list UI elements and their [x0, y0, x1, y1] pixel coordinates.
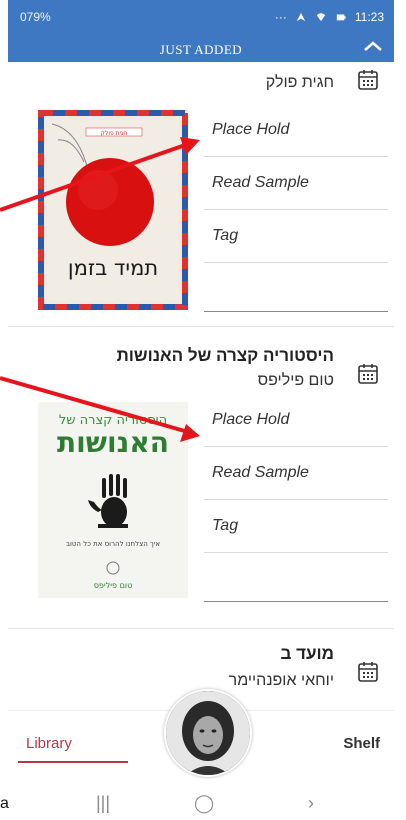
cover-subtitle: איך הצלחנו להרוס את כל הטוב: [66, 540, 160, 548]
status-time: 11:23: [354, 10, 384, 24]
place-hold-button[interactable]: Place Hold: [204, 104, 388, 157]
active-tab-indicator: [18, 761, 128, 763]
location-icon: [296, 12, 306, 22]
book-title[interactable]: מועד ב: [281, 644, 334, 664]
cover-author: חגית פולק: [101, 130, 128, 137]
cover-author: טום פיליפס: [94, 581, 133, 590]
status-icons: ··· 11:23: [275, 10, 384, 24]
actions-divider: [204, 553, 388, 602]
system-nav-bar: ||| ◯ ›: [8, 783, 394, 820]
tag-button[interactable]: Tag: [204, 500, 388, 553]
divider: [8, 628, 394, 629]
book-cover[interactable]: היסטוריה קצרה של האנושות איך הצלחנו להרו…: [38, 402, 188, 598]
book-author[interactable]: יוחאי אופנהיימר: [229, 672, 334, 690]
home-icon[interactable]: ◯: [194, 793, 214, 814]
book-title[interactable]: היסטוריה קצרה של האנושות: [117, 346, 334, 366]
chevron-up-icon[interactable]: [362, 38, 384, 54]
calendar-icon[interactable]: [356, 660, 380, 684]
page-title: JUST ADDED: [159, 42, 243, 57]
recent-apps-icon[interactable]: |||: [96, 793, 110, 814]
book-actions: Place Hold Read Sample Tag: [204, 394, 388, 602]
book-cover[interactable]: חגית פולק תמיד בזמן: [38, 110, 188, 310]
read-sample-button[interactable]: Read Sample: [204, 157, 388, 210]
wifi-icon: [316, 13, 326, 22]
tab-shelf[interactable]: Shelf: [343, 735, 380, 752]
bottom-nav: Library Shelf ||| ◯ ›: [8, 689, 394, 820]
place-hold-button[interactable]: Place Hold: [204, 394, 388, 447]
tag-button[interactable]: Tag: [204, 210, 388, 263]
divider: [8, 326, 394, 327]
phone-screen: 079% ··· 11:23 JUST ADDED חגית פולק חגית…: [8, 0, 394, 820]
book-author[interactable]: חגית פולק: [266, 74, 334, 92]
book-actions: Place Hold Read Sample Tag: [204, 104, 388, 312]
book-list[interactable]: חגית פולק חגית פולק תמיד בזמן Place Hold…: [8, 62, 394, 710]
back-icon[interactable]: ›: [308, 793, 314, 814]
status-bar: 079% ··· 11:23: [8, 0, 394, 30]
battery-icon: [336, 14, 346, 21]
tab-library[interactable]: Library: [26, 735, 72, 752]
calendar-icon[interactable]: [356, 362, 380, 386]
more-dots-icon: ···: [274, 10, 287, 24]
status-left-text: 079%: [20, 10, 51, 24]
read-sample-button[interactable]: Read Sample: [204, 447, 388, 500]
list-item: היסטוריה קצרה של האנושות טום פיליפס היסט…: [8, 334, 394, 654]
book-author[interactable]: טום פיליפס: [258, 372, 334, 390]
cover-title: תמיד בזמן: [68, 256, 158, 280]
cover-title-line2: האנושות: [57, 426, 169, 459]
avatar[interactable]: [164, 689, 252, 777]
actions-divider: [204, 263, 388, 312]
calendar-icon[interactable]: [356, 68, 380, 92]
corner-letter: a: [0, 795, 9, 812]
app-header: 079% ··· 11:23 JUST ADDED: [8, 0, 394, 62]
